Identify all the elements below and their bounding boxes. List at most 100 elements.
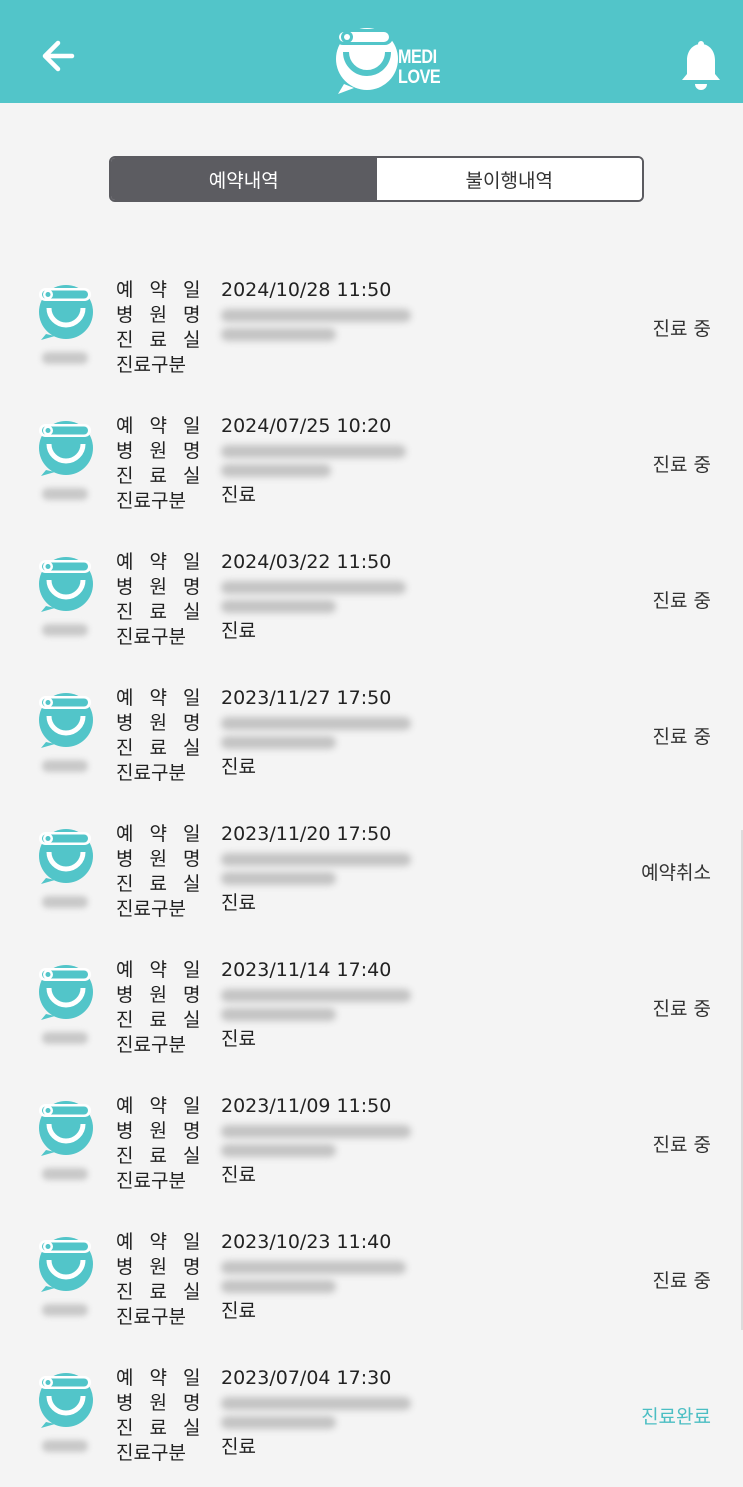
field-labels: 예 약 일 병 원 명 진 료 실 진료구분 xyxy=(116,822,206,922)
hospital-logo-icon xyxy=(39,285,93,340)
treatment-type: 진료 xyxy=(221,1300,256,1322)
field-values: 2023/11/14 17:40 진료 xyxy=(221,958,411,1052)
hospital-value-redacted xyxy=(221,1261,406,1274)
hospital-value-redacted xyxy=(221,309,411,322)
label-type: 진료구분 xyxy=(116,898,186,920)
label-room: 진 료 실 xyxy=(116,465,206,487)
reservation-row[interactable]: 예 약 일 병 원 명 진 료 실 진료구분 2023/11/09 11:50 … xyxy=(0,1086,743,1222)
arrow-left-icon[interactable] xyxy=(36,34,82,78)
label-hospital: 병 원 명 xyxy=(116,1120,206,1142)
reservation-date: 2023/07/04 17:30 xyxy=(221,1367,392,1389)
reservation-date: 2023/11/14 17:40 xyxy=(221,959,392,981)
hospital-value-redacted xyxy=(221,581,406,594)
label-room: 진 료 실 xyxy=(116,873,206,895)
reservation-status[interactable]: 진료 중 xyxy=(653,1266,711,1293)
label-room: 진 료 실 xyxy=(116,1145,206,1167)
reservation-row[interactable]: 예 약 일 병 원 명 진 료 실 진료구분 2023/11/27 17:50 … xyxy=(0,678,743,814)
hospital-name-redacted xyxy=(42,1440,88,1452)
hospital-logo-icon xyxy=(39,1373,93,1428)
hospital-logo-icon xyxy=(39,829,93,884)
reservation-row[interactable]: 예 약 일 병 원 명 진 료 실 진료구분 2023/10/23 11:40 … xyxy=(0,1222,743,1358)
field-labels: 예 약 일 병 원 명 진 료 실 진료구분 xyxy=(116,1094,206,1194)
room-value-redacted xyxy=(221,872,336,885)
hospital-logo-icon xyxy=(39,965,93,1020)
room-value-redacted xyxy=(221,328,336,341)
hospital-name-redacted xyxy=(42,1304,88,1316)
reservation-date: 2024/07/25 10:20 xyxy=(221,415,392,437)
reservation-date: 2023/11/20 17:50 xyxy=(221,823,392,845)
reservation-status[interactable]: 진료 중 xyxy=(653,994,711,1021)
field-values: 2023/11/09 11:50 진료 xyxy=(221,1094,411,1188)
label-hospital: 병 원 명 xyxy=(116,712,206,734)
logo-line1: MEDI xyxy=(398,47,437,68)
room-value-redacted xyxy=(221,1280,336,1293)
label-type: 진료구분 xyxy=(116,354,186,376)
room-value-redacted xyxy=(221,1416,336,1429)
label-type: 진료구분 xyxy=(116,1034,186,1056)
label-room: 진 료 실 xyxy=(116,329,206,351)
reservation-status[interactable]: 진료완료 xyxy=(641,1402,711,1429)
reservation-status[interactable]: 진료 중 xyxy=(653,314,711,341)
reservation-row[interactable]: 예 약 일 병 원 명 진 료 실 진료구분 2023/11/20 17:50 … xyxy=(0,814,743,950)
field-values: 2024/07/25 10:20 진료 xyxy=(221,414,406,508)
treatment-type: 진료 xyxy=(221,756,256,778)
label-date: 예 약 일 xyxy=(116,1367,206,1389)
label-hospital: 병 원 명 xyxy=(116,848,206,870)
reservation-status[interactable]: 진료 중 xyxy=(653,450,711,477)
room-value-redacted xyxy=(221,1144,336,1157)
hospital-name-redacted xyxy=(42,1168,88,1180)
label-date: 예 약 일 xyxy=(116,1095,206,1117)
room-value-redacted xyxy=(221,1008,336,1021)
room-value-redacted xyxy=(221,600,336,613)
hospital-logo-icon xyxy=(39,1101,93,1156)
hospital-logo-icon xyxy=(39,693,93,748)
label-hospital: 병 원 명 xyxy=(116,576,206,598)
label-type: 진료구분 xyxy=(116,490,186,512)
field-labels: 예 약 일 병 원 명 진 료 실 진료구분 xyxy=(116,550,206,650)
field-values: 2023/11/27 17:50 진료 xyxy=(221,686,411,780)
tab-no-shows[interactable]: 불이행내역 xyxy=(376,158,642,200)
label-room: 진 료 실 xyxy=(116,1417,206,1439)
reservation-status[interactable]: 예약취소 xyxy=(641,858,711,885)
label-room: 진 료 실 xyxy=(116,601,206,623)
field-labels: 예 약 일 병 원 명 진 료 실 진료구분 xyxy=(116,414,206,514)
reservation-row[interactable]: 예 약 일 병 원 명 진 료 실 진료구분 2024/10/28 11:50 … xyxy=(0,270,743,406)
reservation-row[interactable]: 예 약 일 병 원 명 진 료 실 진료구분 2024/07/25 10:20 … xyxy=(0,406,743,542)
reservation-status[interactable]: 진료 중 xyxy=(653,586,711,613)
hospital-name-redacted xyxy=(42,488,88,500)
reservation-status[interactable]: 진료 중 xyxy=(653,1130,711,1157)
hospital-value-redacted xyxy=(221,853,411,866)
label-room: 진 료 실 xyxy=(116,737,206,759)
reservation-list: 예 약 일 병 원 명 진 료 실 진료구분 2024/10/28 11:50 … xyxy=(0,270,743,1487)
logo-text: MEDI LOVE xyxy=(398,47,441,88)
label-hospital: 병 원 명 xyxy=(116,304,206,326)
reservation-date: 2023/10/23 11:40 xyxy=(221,1231,392,1253)
reservation-row[interactable]: 예 약 일 병 원 명 진 료 실 진료구분 2023/07/04 17:30 … xyxy=(0,1358,743,1487)
room-value-redacted xyxy=(221,464,331,477)
label-hospital: 병 원 명 xyxy=(116,1392,206,1414)
hospital-logo-icon xyxy=(39,1237,93,1292)
reservation-status[interactable]: 진료 중 xyxy=(653,722,711,749)
reservation-tabs: 예약내역 불이행내역 xyxy=(109,156,644,202)
label-hospital: 병 원 명 xyxy=(116,440,206,462)
field-labels: 예 약 일 병 원 명 진 료 실 진료구분 xyxy=(116,1366,206,1466)
field-labels: 예 약 일 병 원 명 진 료 실 진료구분 xyxy=(116,686,206,786)
label-hospital: 병 원 명 xyxy=(116,984,206,1006)
bell-icon[interactable] xyxy=(679,40,723,92)
reservation-date: 2023/11/27 17:50 xyxy=(221,687,392,709)
label-type: 진료구분 xyxy=(116,1170,186,1192)
label-type: 진료구분 xyxy=(116,1306,186,1328)
room-value-redacted xyxy=(221,736,336,749)
hospital-name-redacted xyxy=(42,624,88,636)
hospital-name-redacted xyxy=(42,760,88,772)
app-header: MEDI LOVE xyxy=(0,0,743,103)
reservation-row[interactable]: 예 약 일 병 원 명 진 료 실 진료구분 2024/03/22 11:50 … xyxy=(0,542,743,678)
label-type: 진료구분 xyxy=(116,762,186,784)
field-labels: 예 약 일 병 원 명 진 료 실 진료구분 xyxy=(116,278,206,378)
tab-reservations[interactable]: 예약내역 xyxy=(111,158,377,200)
label-date: 예 약 일 xyxy=(116,823,206,845)
label-date: 예 약 일 xyxy=(116,551,206,573)
hospital-value-redacted xyxy=(221,1397,411,1410)
reservation-row[interactable]: 예 약 일 병 원 명 진 료 실 진료구분 2023/11/14 17:40 … xyxy=(0,950,743,1086)
field-values: 2023/10/23 11:40 진료 xyxy=(221,1230,406,1324)
